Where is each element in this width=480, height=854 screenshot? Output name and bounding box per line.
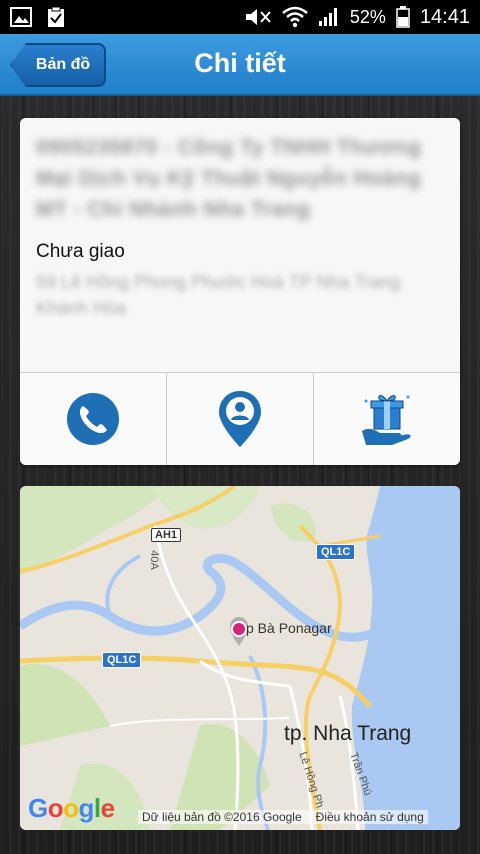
google-logo: Google <box>28 793 115 823</box>
page-title: Chi tiết <box>194 48 286 78</box>
mute-icon <box>245 9 271 25</box>
gift-hand-icon <box>362 395 411 445</box>
customer-address: 59 Lê Hồng Phong Phước Hoà TP Nha Trang … <box>36 272 401 318</box>
wifi-icon <box>282 6 308 28</box>
map-label-ql1c-left: QL1C <box>102 652 142 668</box>
customer-name: 0905235870 - Công Ty TNHH Thương Mại Dịc… <box>36 136 422 221</box>
location-button[interactable] <box>167 373 314 465</box>
status-bar: 52% 14:41 <box>0 0 480 34</box>
map-label-ponagar: p Bà Ponagar <box>246 620 332 636</box>
delivery-status: Chưa giao <box>36 241 125 262</box>
map-canvas <box>20 486 460 830</box>
location-person-icon <box>219 391 261 447</box>
map-label-ql1c-right: QL1C <box>316 544 356 560</box>
customer-info: 0905235870 - Công Ty TNHH Thương Mại Dịc… <box>20 118 460 372</box>
customer-card: 0905235870 - Công Ty TNHH Thương Mại Dịc… <box>20 118 460 465</box>
action-bar: Bản đồ Chi tiết <box>0 34 480 96</box>
clock: 14:41 <box>419 5 470 28</box>
map-footer: Dữ liệu bản đồ ©2016 Google Điều khoản sử… <box>138 810 428 824</box>
gift-button[interactable] <box>314 373 460 465</box>
call-button[interactable] <box>20 373 167 465</box>
action-row <box>20 372 460 465</box>
map-view[interactable]: AH1 40A QL1C QL1C p Bà Ponagar tp. Nha T… <box>20 486 460 830</box>
signal-icon <box>318 8 337 26</box>
clipboard-check-icon <box>48 6 64 27</box>
battery-icon <box>396 6 410 28</box>
map-attribution: Dữ liệu bản đồ ©2016 Google <box>142 810 302 824</box>
battery-percent: 52% <box>349 6 386 27</box>
phone-icon <box>67 393 119 445</box>
map-label-ah1: AH1 <box>151 528 182 542</box>
map-label-city: tp. Nha Trang <box>284 722 412 745</box>
gallery-icon <box>10 7 32 27</box>
terms-link[interactable]: Điều khoản sử dụng <box>316 810 424 824</box>
map-label-40a: 40A <box>147 550 160 570</box>
